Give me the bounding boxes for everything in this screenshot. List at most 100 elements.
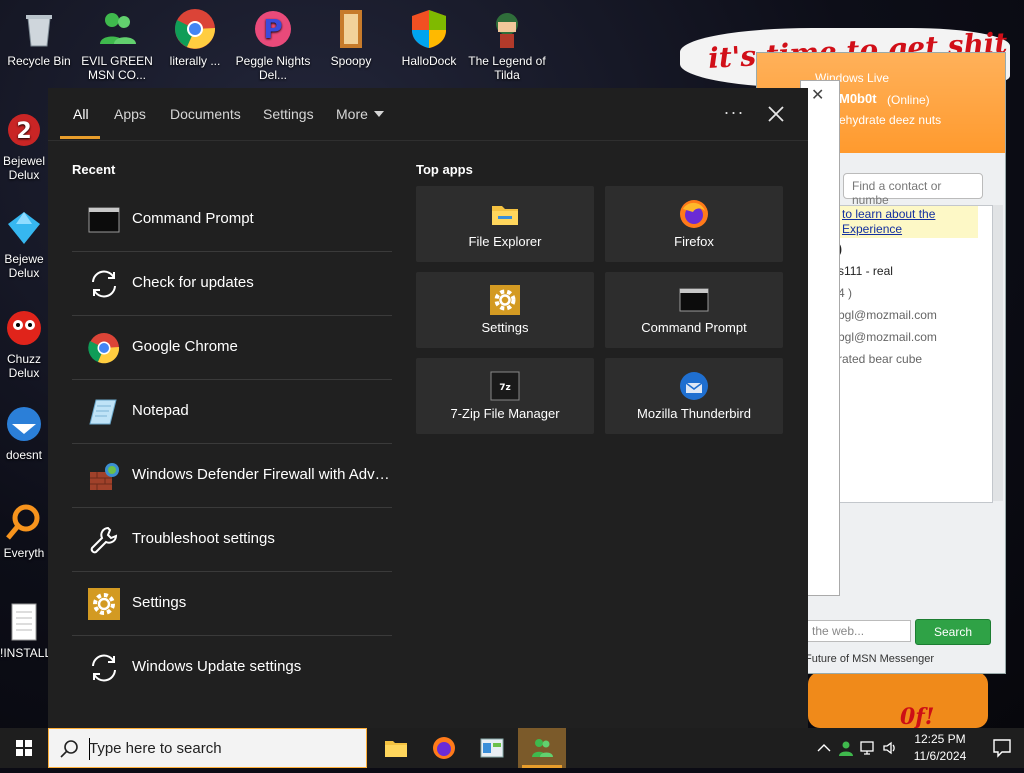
recent-item-defender-firewall[interactable]: Windows Defender Firewall with Advanced … — [72, 444, 392, 508]
taskbar-clock[interactable]: 12:25 PM 11/6/2024 — [900, 731, 980, 765]
msn-footer-text: Future of MSN Messenger — [805, 653, 934, 665]
desktop-icon-spoopy[interactable]: Spoopy — [312, 8, 390, 82]
contact-group[interactable]: 4 ) — [838, 286, 852, 300]
recent-item-label: Troubleshoot settings — [132, 530, 275, 547]
desktop-icon-everything[interactable]: Everyth — [0, 502, 48, 560]
svg-text:7z: 7z — [499, 383, 511, 393]
top-app-thunderbird[interactable]: Mozilla Thunderbird — [605, 358, 783, 434]
desktop-icon-doesnt[interactable]: doesnt — [0, 404, 48, 462]
close-button[interactable] — [762, 100, 790, 128]
desktop-icon-install[interactable]: !INSTALL — [0, 602, 51, 660]
firefox-icon — [679, 199, 709, 229]
top-app-file-explorer[interactable]: File Explorer — [416, 186, 594, 262]
tab-all[interactable]: All — [73, 88, 89, 140]
web-search-button[interactable]: Search — [915, 619, 991, 645]
taskbar-search-box[interactable]: Type here to search — [48, 728, 367, 768]
command-prompt-icon — [679, 285, 709, 315]
find-contact-input[interactable]: Find a contact or numbe — [843, 173, 983, 207]
taskbar-firefox[interactable] — [420, 728, 468, 768]
notification-center-button[interactable] — [980, 728, 1024, 768]
top-app-firefox[interactable]: Firefox — [605, 186, 783, 262]
gear-icon — [88, 588, 120, 620]
tile-label: 7-Zip File Manager — [450, 406, 560, 421]
start-button[interactable] — [0, 728, 48, 768]
desktop-icon-bejeweled-1[interactable]: 2 Bejewel Delux — [0, 110, 48, 182]
active-tab-indicator — [60, 136, 100, 139]
wallpaper-pumpkin — [808, 672, 988, 728]
thunderbird-icon — [4, 404, 44, 444]
contact-item[interactable]: bgl@mozmail.com — [838, 330, 937, 344]
more-options-button[interactable]: ··· — [720, 100, 748, 128]
search-icon — [59, 739, 79, 759]
network-icon[interactable] — [860, 740, 876, 756]
desktop-icon-hallodock[interactable]: HalloDock — [390, 8, 468, 82]
tab-settings[interactable]: Settings — [263, 88, 314, 140]
thunderbird-icon — [679, 371, 709, 401]
desktop-icon-chuzzle[interactable]: Chuzz Delux — [0, 308, 48, 380]
wallpaper-bottom-text: 0f! — [900, 704, 935, 730]
desktop-icon-peggle-nights[interactable]: P Peggle Nights Del... — [234, 8, 312, 82]
taskbar-file-explorer[interactable] — [372, 728, 420, 768]
recent-item-label: Notepad — [132, 402, 189, 419]
close-icon[interactable]: ✕ — [811, 85, 824, 105]
tab-more[interactable]: More — [336, 88, 384, 140]
search-placeholder: Type here to search — [89, 740, 222, 757]
top-app-command-prompt[interactable]: Command Prompt — [605, 272, 783, 348]
msn-personal-message[interactable]: ehydrate deez nuts — [839, 113, 941, 127]
firefox-icon — [432, 736, 456, 760]
volume-icon[interactable] — [882, 740, 898, 756]
recent-heading: Recent — [72, 162, 116, 177]
recent-item-check-updates[interactable]: Check for updates — [72, 252, 392, 316]
taskbar-control-panel[interactable] — [468, 728, 516, 768]
desktop-icon-bejeweled-2[interactable]: Bejewe Delux — [0, 208, 48, 280]
desktop-icon-recycle-bin[interactable]: Recycle Bin — [0, 8, 78, 82]
recent-item-notepad[interactable]: Notepad — [72, 380, 392, 444]
top-app-settings[interactable]: Settings — [416, 272, 594, 348]
magnifier-icon — [4, 502, 44, 542]
windows-logo-icon — [16, 740, 32, 756]
tilda-character-icon — [486, 8, 528, 50]
msn-tray-icon[interactable] — [838, 740, 854, 756]
taskbar: Type here to search 12:25 PM 11/6/2024 — [0, 728, 1024, 768]
chrome-icon — [88, 332, 120, 364]
chevron-up-icon[interactable] — [816, 740, 832, 756]
top-apps-heading: Top apps — [416, 162, 473, 177]
recent-item-troubleshoot[interactable]: Troubleshoot settings — [72, 508, 392, 572]
msn-notice-link[interactable]: to learn about the Experience — [838, 206, 978, 238]
window-app-icon — [480, 736, 504, 760]
contact-list-scrollbar[interactable] — [993, 205, 1003, 501]
web-search-input[interactable]: the web... — [807, 620, 911, 642]
notepad-icon — [88, 396, 120, 428]
spoopy-icon — [330, 8, 372, 50]
desktop-icon-evil-green-msn[interactable]: EVIL GREEN MSN CO... — [78, 8, 156, 82]
recent-item-label: Command Prompt — [132, 210, 254, 227]
contact-item[interactable]: s111 - real — [838, 264, 893, 278]
tab-documents[interactable]: Documents — [170, 88, 241, 140]
document-icon — [4, 602, 44, 642]
msn-people-icon — [530, 736, 554, 760]
top-app-7zip[interactable]: 7z 7-Zip File Manager — [416, 358, 594, 434]
notification-icon — [993, 739, 1011, 758]
msn-status[interactable]: (Online) — [887, 93, 930, 107]
sync-icon — [88, 268, 120, 300]
msn-display-name[interactable]: M0b0t — [839, 91, 877, 106]
desktop-icon-literally[interactable]: literally ... — [156, 8, 234, 82]
firewall-icon — [88, 460, 120, 492]
tab-more-label: More — [336, 106, 368, 122]
contact-list[interactable]: to learn about the Experience ) s111 - r… — [837, 205, 993, 503]
svg-text:P: P — [263, 15, 282, 45]
recent-item-windows-update[interactable]: Windows Update settings — [72, 636, 392, 699]
contact-item[interactable]: rated bear cube — [838, 352, 922, 366]
tab-apps[interactable]: Apps — [114, 88, 146, 140]
chrome-icon — [174, 8, 216, 50]
recent-item-google-chrome[interactable]: Google Chrome — [72, 316, 392, 380]
recent-item-settings[interactable]: Settings — [72, 572, 392, 636]
tile-label: File Explorer — [468, 234, 542, 249]
desktop-icon-legend-of-tilda[interactable]: The Legend of Tilda — [468, 8, 546, 82]
diamond-icon — [4, 208, 44, 248]
clock-time: 12:25 PM — [914, 732, 966, 746]
contact-item[interactable]: bgl@mozmail.com — [838, 308, 937, 322]
gear-icon — [490, 285, 520, 315]
taskbar-msn-messenger[interactable] — [518, 728, 566, 768]
recent-item-command-prompt[interactable]: Command Prompt — [72, 188, 392, 252]
